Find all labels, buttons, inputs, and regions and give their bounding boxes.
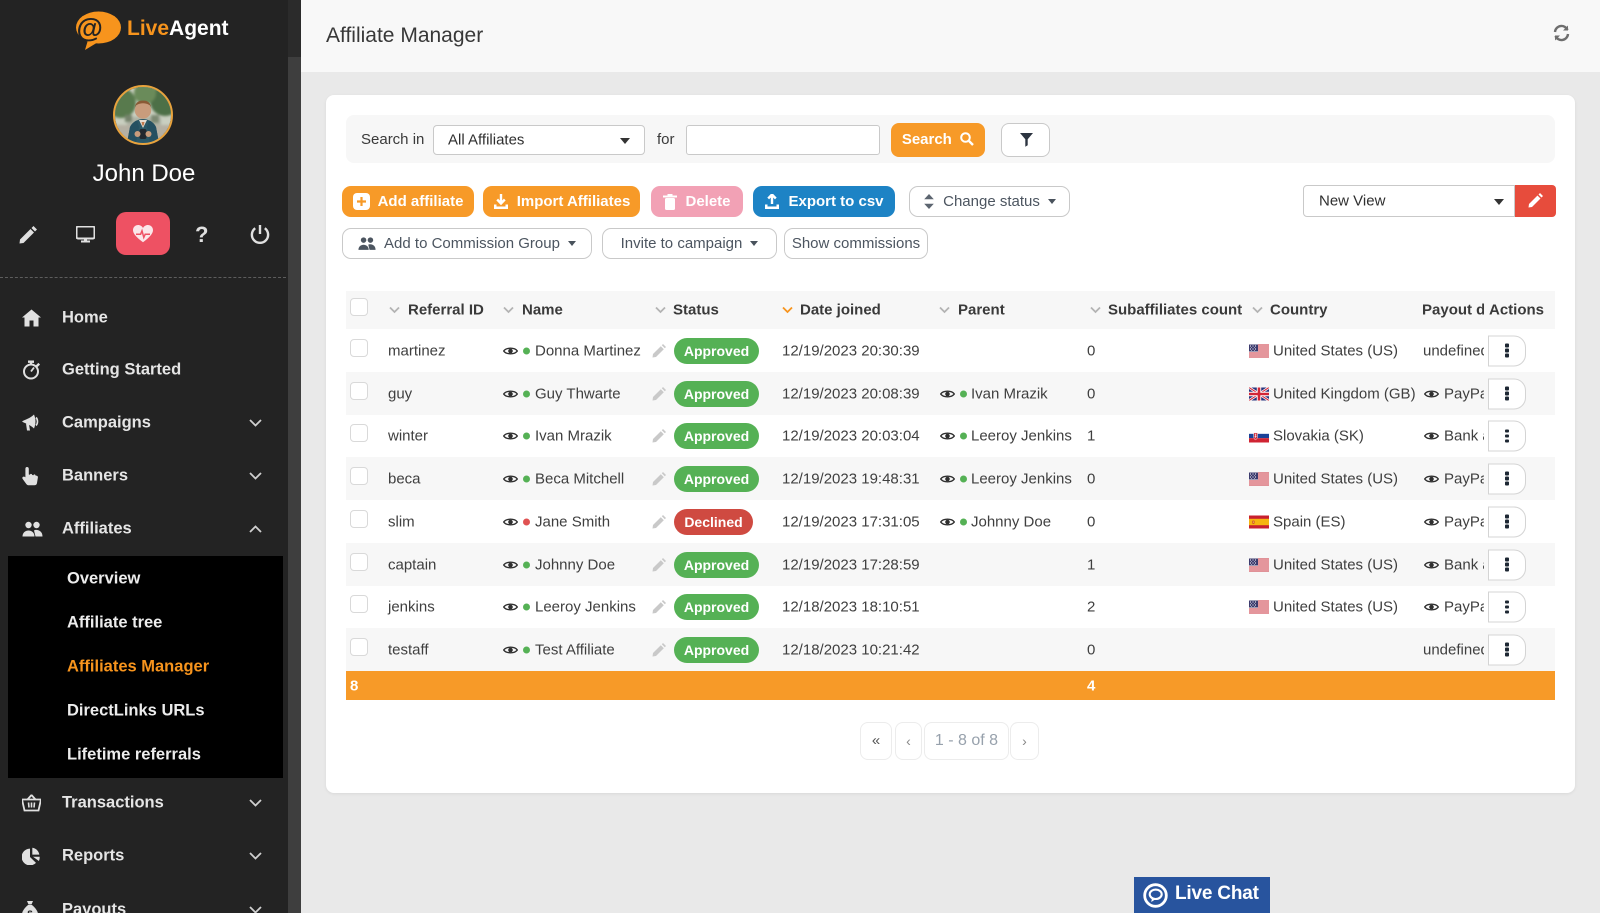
svg-text:$: $ — [27, 909, 33, 913]
svg-text:@: @ — [77, 13, 103, 43]
